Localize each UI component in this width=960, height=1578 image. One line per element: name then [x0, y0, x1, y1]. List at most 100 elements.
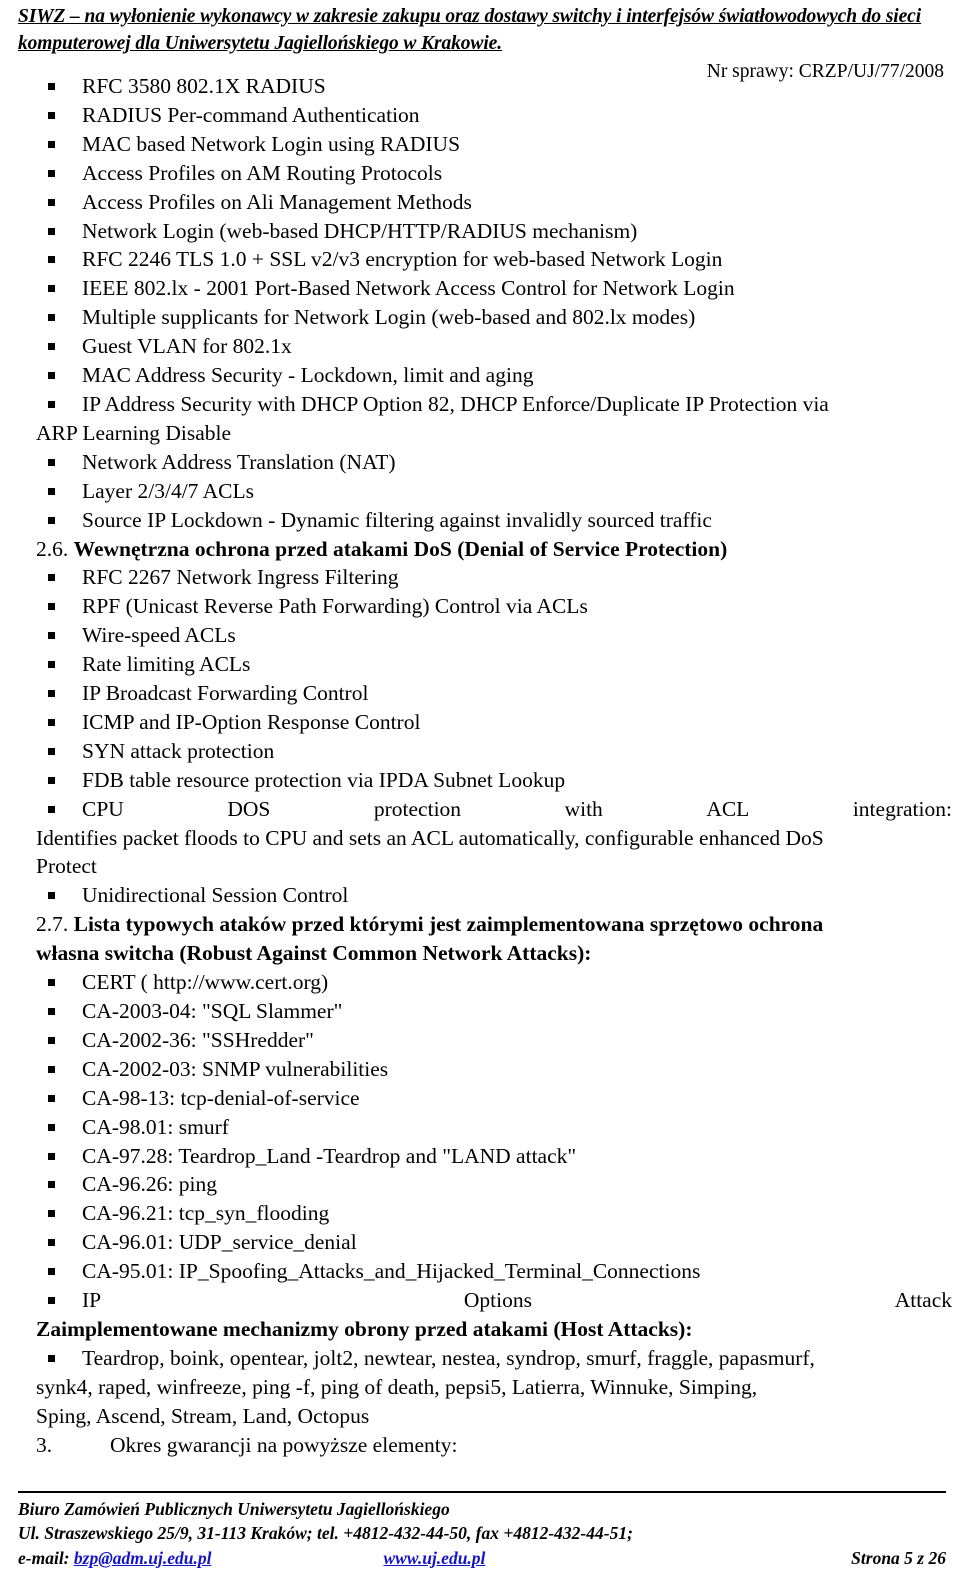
ip-options-word-1: IP [82, 1288, 102, 1313]
list-item: RPF (Unicast Reverse Path Forwarding) Co… [36, 592, 952, 621]
square-bullet-icon [48, 776, 55, 784]
list-item-label: CA-95.01: IP_Spoofing_Attacks_and_Hijack… [82, 1259, 701, 1284]
section-title-line-2: własna switcha (Robust Against Common Ne… [36, 941, 592, 966]
list-item: Access Profiles on Ali Management Method… [36, 188, 952, 217]
list-item-label: FDB table resource protection via IPDA S… [82, 767, 566, 792]
list-item: CERT ( http://www.cert.org) [36, 968, 952, 997]
list-item-label: SYN attack protection [82, 738, 275, 763]
square-bullet-icon [48, 1094, 55, 1102]
square-bullet-icon [48, 169, 55, 177]
square-bullet-icon [48, 198, 55, 206]
list-item: CA-98-13: tcp-denial-of-service [36, 1084, 952, 1113]
square-bullet-icon [48, 603, 55, 611]
warranty-number: 3. [36, 1432, 53, 1457]
list-item-label: Rate limiting ACLs [82, 652, 251, 677]
square-bullet-icon [48, 372, 55, 380]
list-item-label: Wire-speed ACLs [82, 623, 236, 648]
ip-options-word-3: Attack [894, 1288, 952, 1313]
footer-org: Biuro Zamówień Publicznych Uniwersytetu … [18, 1498, 450, 1519]
list-item: FDB table resource protection via IPDA S… [36, 766, 952, 795]
list-item-label: MAC based Network Login using RADIUS [82, 131, 461, 156]
list-item: Source IP Lockdown - Dynamic filtering a… [36, 506, 952, 535]
cpu-dos-word-5: ACL [706, 796, 750, 821]
footer-address: Ul. Straszewskiego 25/9, 31-113 Kraków; … [18, 1523, 633, 1543]
list-item: CA-98.01: smurf [36, 1113, 952, 1142]
square-bullet-icon [48, 343, 55, 351]
square-bullet-icon [48, 979, 55, 987]
host-attacks-line-2: synk4, raped, winfreeze, ping -f, ping o… [36, 1374, 758, 1399]
list-item-label: MAC Address Security - Lockdown, limit a… [82, 363, 534, 388]
footer-divider [18, 1490, 946, 1493]
header-title: SIWZ – na wyłonienie wykonawcy w zakresi… [18, 6, 922, 54]
list-item: MAC based Network Login using RADIUS [36, 130, 952, 159]
square-bullet-icon [48, 1210, 55, 1218]
list-item: IP Address Security with DHCP Option 82,… [36, 390, 952, 419]
square-bullet-icon [48, 1268, 55, 1276]
list-item-continuation: ARP Learning Disable [36, 420, 232, 445]
list-item: CA-96.21: tcp_syn_flooding [36, 1199, 952, 1228]
list-item: Unidirectional Session Control [36, 881, 952, 910]
square-bullet-icon [48, 1181, 55, 1189]
section-title: Wewnętrzna ochrona przed atakami DoS (De… [73, 536, 728, 561]
cpu-dos-word-6: integration: [852, 796, 952, 821]
footer-website-link[interactable]: www.uj.edu.pl [383, 1546, 485, 1571]
square-bullet-icon [48, 1036, 55, 1044]
section-heading-2-6: 2.6. Wewnętrzna ochrona przed atakami Do… [36, 535, 952, 564]
list-item-label: Guest VLAN for 802.1x [82, 334, 292, 359]
list-item-label: IP Address Security with DHCP Option 82,… [82, 391, 829, 416]
cpu-dos-line-2: Identifies packet floods to CPU and sets… [36, 825, 824, 850]
square-bullet-icon [48, 111, 55, 119]
square-bullet-icon [48, 718, 55, 726]
section-title-line-1: Lista typowych ataków przed którymi jest… [73, 912, 824, 937]
cpu-dos-word-4: with [564, 796, 603, 821]
list-item-label: CERT ( http://www.cert.org) [82, 970, 329, 995]
square-bullet-icon [48, 805, 55, 813]
square-bullet-icon [48, 516, 55, 524]
justified-line: CPU DOS protection with ACL integration: [82, 795, 952, 824]
list-item: RFC 2267 Network Ingress Filtering [36, 563, 952, 592]
list-item: CA-96.26: ping [36, 1170, 952, 1199]
square-bullet-icon [48, 1123, 55, 1131]
list-item-label: IP Broadcast Forwarding Control [82, 681, 369, 706]
list-item-host-attacks: Teardrop, boink, opentear, jolt2, newtea… [36, 1344, 952, 1373]
square-bullet-icon [48, 458, 55, 466]
footer-email-link[interactable]: bzp@adm.uj.edu.pl [74, 1546, 212, 1571]
square-bullet-icon [48, 140, 55, 148]
square-bullet-icon [48, 747, 55, 755]
cpu-dos-line-3: Protect [36, 854, 97, 879]
list-item: RADIUS Per-command Authentication [36, 101, 952, 130]
square-bullet-icon [48, 314, 55, 322]
list-item-label: Unidirectional Session Control [82, 883, 349, 908]
list-item: IEEE 802.lx - 2001 Port-Based Network Ac… [36, 274, 952, 303]
section-number: 2.6. [36, 536, 69, 561]
list-item-label: CA-2002-36: "SSHredder" [82, 1027, 314, 1052]
square-bullet-icon [48, 1065, 55, 1073]
list-item: Access Profiles on AM Routing Protocols [36, 159, 952, 188]
list-item-label: Network Login (web-based DHCP/HTTP/RADIU… [82, 218, 638, 243]
square-bullet-icon [48, 661, 55, 669]
list-item-label: Access Profiles on Ali Management Method… [82, 189, 472, 214]
ip-options-word-2: Options [463, 1288, 532, 1313]
list-item: IP Broadcast Forwarding Control [36, 679, 952, 708]
list-item: CA-97.28: Teardrop_Land -Teardrop and "L… [36, 1142, 952, 1171]
list-item: Rate limiting ACLs [36, 650, 952, 679]
list-item: Network Address Translation (NAT) [36, 448, 952, 477]
square-bullet-icon [48, 1152, 55, 1160]
list-item: CA-2003-04: "SQL Slammer" [36, 997, 952, 1026]
host-attacks-line-1: Teardrop, boink, opentear, jolt2, newtea… [82, 1345, 815, 1370]
list-item-label: CA-98.01: smurf [82, 1114, 229, 1139]
square-bullet-icon [48, 1354, 55, 1362]
host-attacks-heading: Zaimplementowane mechanizmy obrony przed… [36, 1316, 693, 1341]
square-bullet-icon [48, 487, 55, 495]
list-item-label: CA-2003-04: "SQL Slammer" [82, 999, 343, 1023]
list-item: Guest VLAN for 802.1x [36, 332, 952, 361]
warranty-text: Okres gwarancji na powyższe elementy: [110, 1432, 458, 1457]
list-item: ICMP and IP-Option Response Control [36, 708, 952, 737]
host-attacks-line-3: Sping, Ascend, Stream, Land, Octopus [36, 1403, 370, 1428]
section-number: 2.7. [36, 912, 69, 937]
cpu-dos-word-2: DOS [227, 796, 271, 821]
square-bullet-icon [48, 83, 55, 90]
square-bullet-icon [48, 400, 55, 408]
list-item-label: Layer 2/3/4/7 ACLs [82, 478, 254, 503]
list-item-label: Access Profiles on AM Routing Protocols [82, 160, 443, 185]
